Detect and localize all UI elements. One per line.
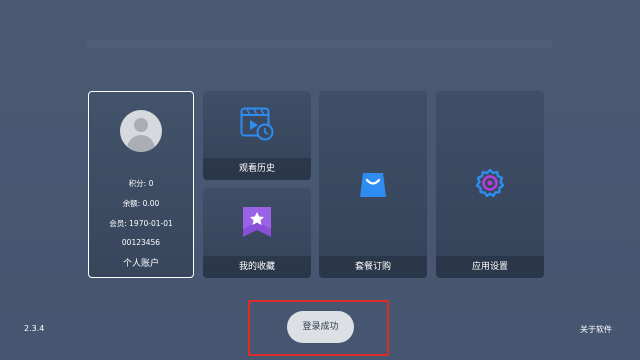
shopping-bag-icon [359, 167, 387, 203]
subscription-tile[interactable]: 套餐订购 [319, 91, 427, 278]
avatar [120, 110, 162, 152]
points-text: 积分: 0 [128, 179, 154, 188]
about-software-link[interactable]: 关于软件 [580, 324, 612, 335]
settings-label: 应用设置 [436, 256, 544, 278]
top-bar [87, 40, 552, 48]
balance-text: 余额: 0.00 [122, 199, 160, 208]
version-text: 2.3.4 [24, 324, 45, 333]
subscription-label: 套餐订购 [319, 256, 427, 278]
history-icon [240, 107, 274, 145]
favorites-icon [241, 205, 273, 243]
account-label: 个人账户 [122, 259, 159, 269]
history-tile[interactable]: 观看历史 [203, 91, 311, 180]
member-text: 会员: 1970-01-01 [109, 219, 173, 228]
gear-icon [474, 167, 506, 203]
user-id-text: 00123456 [121, 238, 161, 247]
history-label: 观看历史 [203, 158, 311, 180]
account-tile[interactable]: 积分: 0 余额: 0.00 会员: 1970-01-01 00123456 个… [88, 91, 194, 278]
settings-tile[interactable]: 应用设置 [436, 91, 544, 278]
favorites-label: 我的收藏 [203, 256, 311, 278]
favorites-tile[interactable]: 我的收藏 [203, 188, 311, 278]
login-status-button[interactable]: 登录成功 [287, 311, 354, 343]
